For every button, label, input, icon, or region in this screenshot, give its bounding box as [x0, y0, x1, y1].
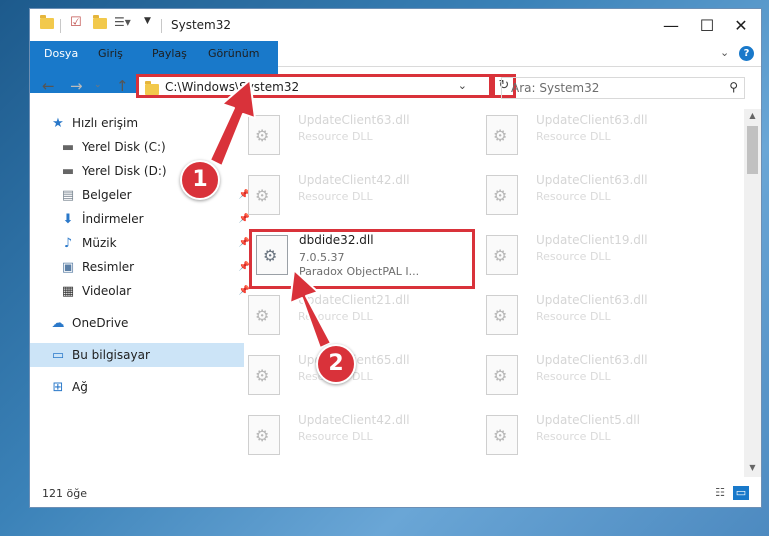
arrow-2	[289, 269, 332, 349]
arrow-1	[209, 79, 256, 167]
step-2-badge: 2	[316, 344, 356, 384]
annotation-arrows	[209, 79, 332, 349]
step-1-badge: 1	[180, 160, 220, 200]
